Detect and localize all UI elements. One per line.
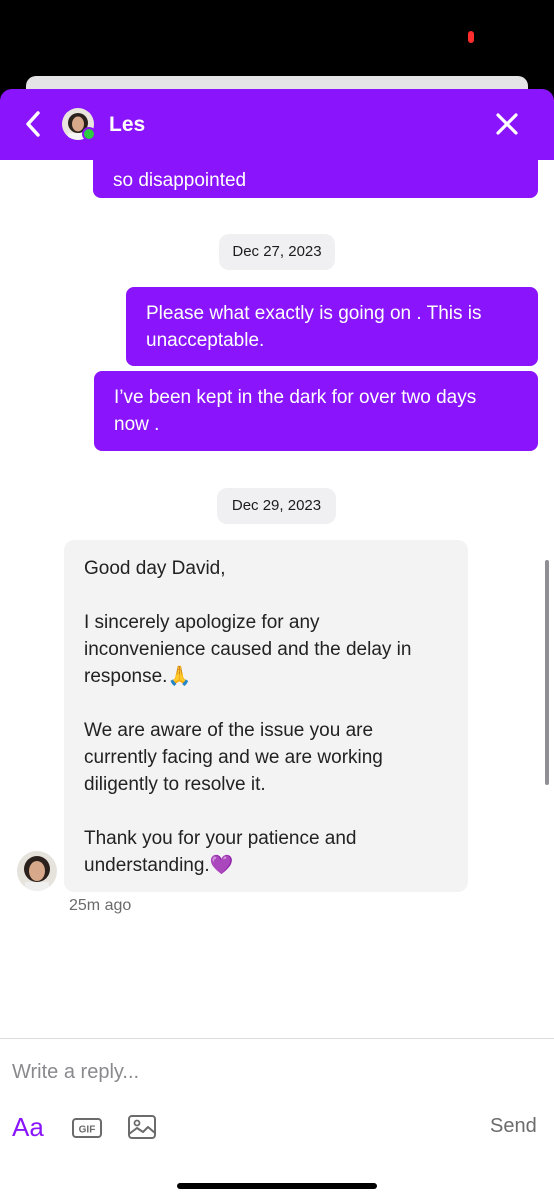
home-indicator — [177, 1183, 377, 1189]
message-text-line: Thank you for your patience and — [84, 828, 357, 849]
message-text-line: now . — [114, 414, 160, 435]
agent-avatar[interactable] — [17, 851, 57, 891]
chat-header: Les — [0, 89, 554, 160]
contact-avatar[interactable] — [62, 108, 96, 141]
outgoing-message: Please what exactly is going on . This i… — [126, 287, 538, 366]
date-separator: Dec 29, 2023 — [217, 488, 336, 524]
incoming-message: Good day David, I sincerely apologize fo… — [64, 540, 468, 892]
message-text-line: diligently to resolve it. — [84, 774, 266, 795]
recording-indicator — [468, 31, 474, 43]
composer-divider — [0, 1038, 554, 1039]
message-text-line: Please what exactly is going on . This i… — [146, 303, 482, 324]
online-status-dot — [82, 127, 96, 141]
message-text-line: unacceptable. — [146, 330, 265, 351]
message-text-line: understanding.💜 — [84, 855, 234, 876]
message-text: so disappointed — [113, 170, 247, 191]
scrollbar[interactable] — [545, 560, 549, 785]
gif-button[interactable]: GIF — [71, 1116, 103, 1140]
date-separator: Dec 27, 2023 — [219, 234, 335, 270]
gif-label: GIF — [79, 1125, 96, 1136]
message-text-line: I sincerely apologize for any — [84, 612, 320, 633]
message-text-line: inconvenience caused and the delay in — [84, 639, 412, 660]
message-text-line: response.🙏 — [84, 666, 192, 687]
outgoing-message-partial: so disappointed — [93, 160, 538, 198]
message-timestamp: 25m ago — [69, 897, 132, 914]
close-button[interactable] — [492, 109, 522, 139]
image-button[interactable] — [126, 1113, 158, 1141]
message-list[interactable]: so disappointed Dec 27, 2023 Please what… — [0, 160, 554, 1038]
chevron-left-icon — [26, 111, 40, 137]
send-button[interactable]: Send — [490, 1115, 537, 1138]
message-text-line: I’ve been kept in the dark for over two … — [114, 387, 477, 408]
back-button[interactable] — [18, 107, 52, 141]
gif-icon: GIF — [72, 1118, 102, 1138]
image-icon — [128, 1115, 156, 1139]
message-text-line: currently facing and we are working — [84, 747, 383, 768]
contact-name: Les — [109, 113, 146, 136]
message-text-line: Good day David, — [84, 558, 226, 579]
reply-input[interactable] — [12, 1052, 532, 1092]
text-format-button[interactable]: Aa — [12, 1111, 44, 1143]
outgoing-message: I’ve been kept in the dark for over two … — [94, 371, 538, 451]
close-icon — [496, 113, 518, 135]
message-text-line: We are aware of the issue you are — [84, 720, 374, 741]
